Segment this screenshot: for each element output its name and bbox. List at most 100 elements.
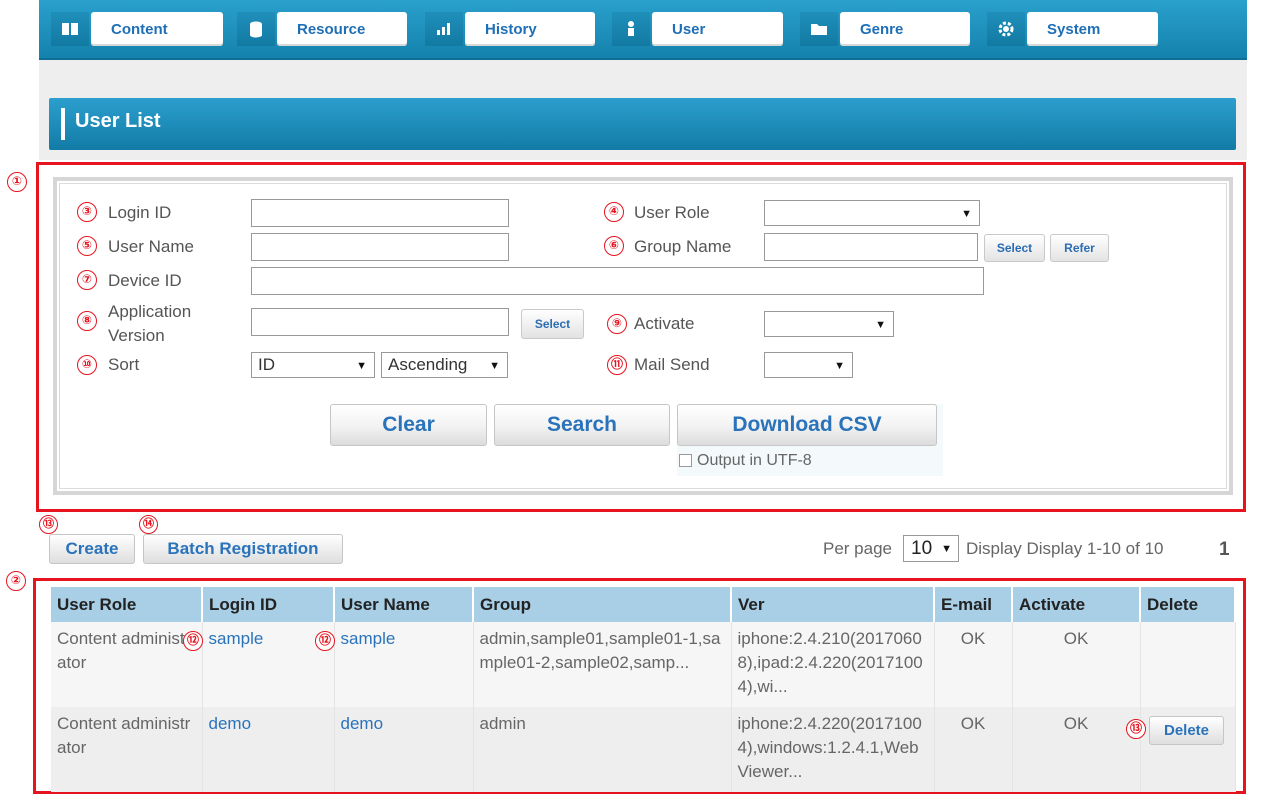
user-icon: [612, 12, 650, 46]
per-page-select[interactable]: 10 ▼: [903, 535, 959, 562]
annotation-marker-9: ⑨: [607, 314, 627, 334]
cell-user-name: sample: [334, 622, 474, 707]
sort-label: Sort: [108, 355, 140, 374]
annotation-marker-3: ③: [77, 202, 97, 222]
column-header-user-name[interactable]: User Name: [334, 587, 474, 622]
login-id-link[interactable]: sample: [209, 629, 264, 648]
chevron-down-icon: ▼: [961, 208, 972, 220]
user-name-link[interactable]: sample: [341, 629, 396, 648]
nav-label-genre: Genre: [840, 12, 970, 46]
user-name-link[interactable]: demo: [341, 714, 384, 733]
utf8-checkbox[interactable]: [679, 454, 692, 467]
annotation-marker-11: ⑪: [607, 355, 627, 375]
login-id-input[interactable]: [251, 199, 509, 227]
app-version-label-line2: Version: [108, 326, 165, 345]
annotation-marker-14: ⑭: [139, 515, 158, 534]
cell-login-id: sample: [202, 622, 335, 707]
sort-order-value: Ascending: [388, 355, 468, 374]
sort-field-value: ID: [258, 355, 275, 374]
database-icon: [237, 12, 275, 46]
group-name-input[interactable]: [764, 233, 978, 261]
annotation-marker-12b: ⑫: [315, 631, 335, 651]
column-header-activate[interactable]: Activate: [1012, 587, 1141, 622]
delete-button[interactable]: Delete: [1149, 716, 1224, 745]
search-button[interactable]: Search: [494, 404, 670, 446]
nav-item-system[interactable]: System: [987, 12, 1158, 46]
chevron-down-icon: ▼: [834, 360, 845, 372]
nav-item-genre[interactable]: Genre: [800, 12, 970, 46]
annotation-marker-12: ⑫: [183, 631, 203, 651]
nav-item-resource[interactable]: Resource: [237, 12, 407, 46]
annotation-marker-8: ⑧: [77, 311, 97, 331]
column-header-user-role[interactable]: User Role: [51, 587, 203, 622]
column-header-group[interactable]: Group: [473, 587, 732, 622]
per-page-value: 10: [911, 538, 933, 559]
chevron-down-icon: ▼: [489, 360, 500, 372]
cell-activate: OK: [1012, 622, 1141, 707]
group-select-button[interactable]: Select: [984, 234, 1045, 262]
nav-label-resource: Resource: [277, 12, 407, 46]
table-row: Content administrator sample sample admi…: [51, 622, 1236, 707]
sort-order-select[interactable]: Ascending ▼: [381, 352, 508, 378]
page-header: User List: [49, 98, 1236, 150]
nav-item-user[interactable]: User: [612, 12, 783, 46]
nav-item-history[interactable]: History: [425, 12, 595, 46]
user-role-label: User Role: [634, 203, 710, 222]
display-count-text: Display Display 1-10 of 10: [966, 539, 1164, 558]
column-header-ver[interactable]: Ver: [731, 587, 935, 622]
user-role-select[interactable]: ▼: [764, 200, 980, 226]
sort-field-select[interactable]: ID ▼: [251, 352, 375, 378]
pagination-page-1[interactable]: 1: [1219, 539, 1230, 561]
book-icon: [51, 12, 89, 46]
group-refer-button[interactable]: Refer: [1050, 234, 1109, 262]
activate-select[interactable]: ▼: [764, 311, 894, 337]
user-table: User Role Login ID User Name Group Ver E…: [51, 587, 1236, 792]
chevron-down-icon: ▼: [356, 360, 367, 372]
cell-user-role: Content administrator: [51, 707, 203, 792]
per-page-label: Per page: [823, 539, 892, 558]
batch-registration-button[interactable]: Batch Registration: [143, 534, 343, 564]
chevron-down-icon: ▼: [941, 543, 952, 555]
annotation-marker-10: ⑩: [77, 355, 97, 375]
annotation-marker-5: ⑤: [77, 236, 97, 256]
page-title: User List: [75, 110, 161, 132]
annotation-marker-2: ②: [6, 571, 26, 591]
cell-activate: OK: [1012, 707, 1141, 792]
group-name-label: Group Name: [634, 237, 732, 256]
clear-button[interactable]: Clear: [330, 404, 487, 446]
table-row: Content administrator demo demo admin ip…: [51, 707, 1236, 792]
folder-icon: [800, 12, 838, 46]
cell-delete: [1140, 622, 1236, 707]
device-id-input[interactable]: [251, 267, 984, 295]
user-name-input[interactable]: [251, 233, 509, 261]
title-accent-bar: [61, 108, 65, 140]
app-version-select-button[interactable]: Select: [521, 309, 584, 339]
column-header-delete: Delete: [1140, 587, 1236, 622]
nav-label-system: System: [1027, 12, 1158, 46]
nav-item-content[interactable]: Content: [51, 12, 223, 46]
annotation-marker-6: ⑥: [604, 236, 624, 256]
bar-chart-icon: [425, 12, 463, 46]
cell-email: OK: [934, 622, 1013, 707]
annotation-marker-7: ⑦: [77, 270, 97, 290]
cell-user-role: Content administrator: [51, 622, 203, 707]
annotation-marker-4: ④: [604, 202, 624, 222]
column-header-email[interactable]: E-mail: [934, 587, 1013, 622]
user-name-label: User Name: [108, 237, 194, 256]
download-csv-button[interactable]: Download CSV: [677, 404, 937, 446]
app-version-input[interactable]: [251, 308, 509, 336]
mail-send-select[interactable]: ▼: [764, 352, 853, 378]
column-header-login-id[interactable]: Login ID: [202, 587, 335, 622]
cell-group: admin: [473, 707, 732, 792]
create-button[interactable]: Create: [49, 534, 135, 564]
cell-login-id: demo: [202, 707, 335, 792]
mail-send-label: Mail Send: [634, 355, 710, 374]
annotation-marker-1: ①: [7, 172, 27, 192]
gear-icon: [987, 12, 1025, 46]
login-id-label: Login ID: [108, 203, 172, 222]
cell-ver: iphone:2.4.210(20170608),ipad:2.4.220(20…: [731, 622, 935, 707]
device-id-label: Device ID: [108, 271, 182, 290]
login-id-link[interactable]: demo: [209, 714, 252, 733]
nav-label-user: User: [652, 12, 783, 46]
nav-label-history: History: [465, 12, 595, 46]
